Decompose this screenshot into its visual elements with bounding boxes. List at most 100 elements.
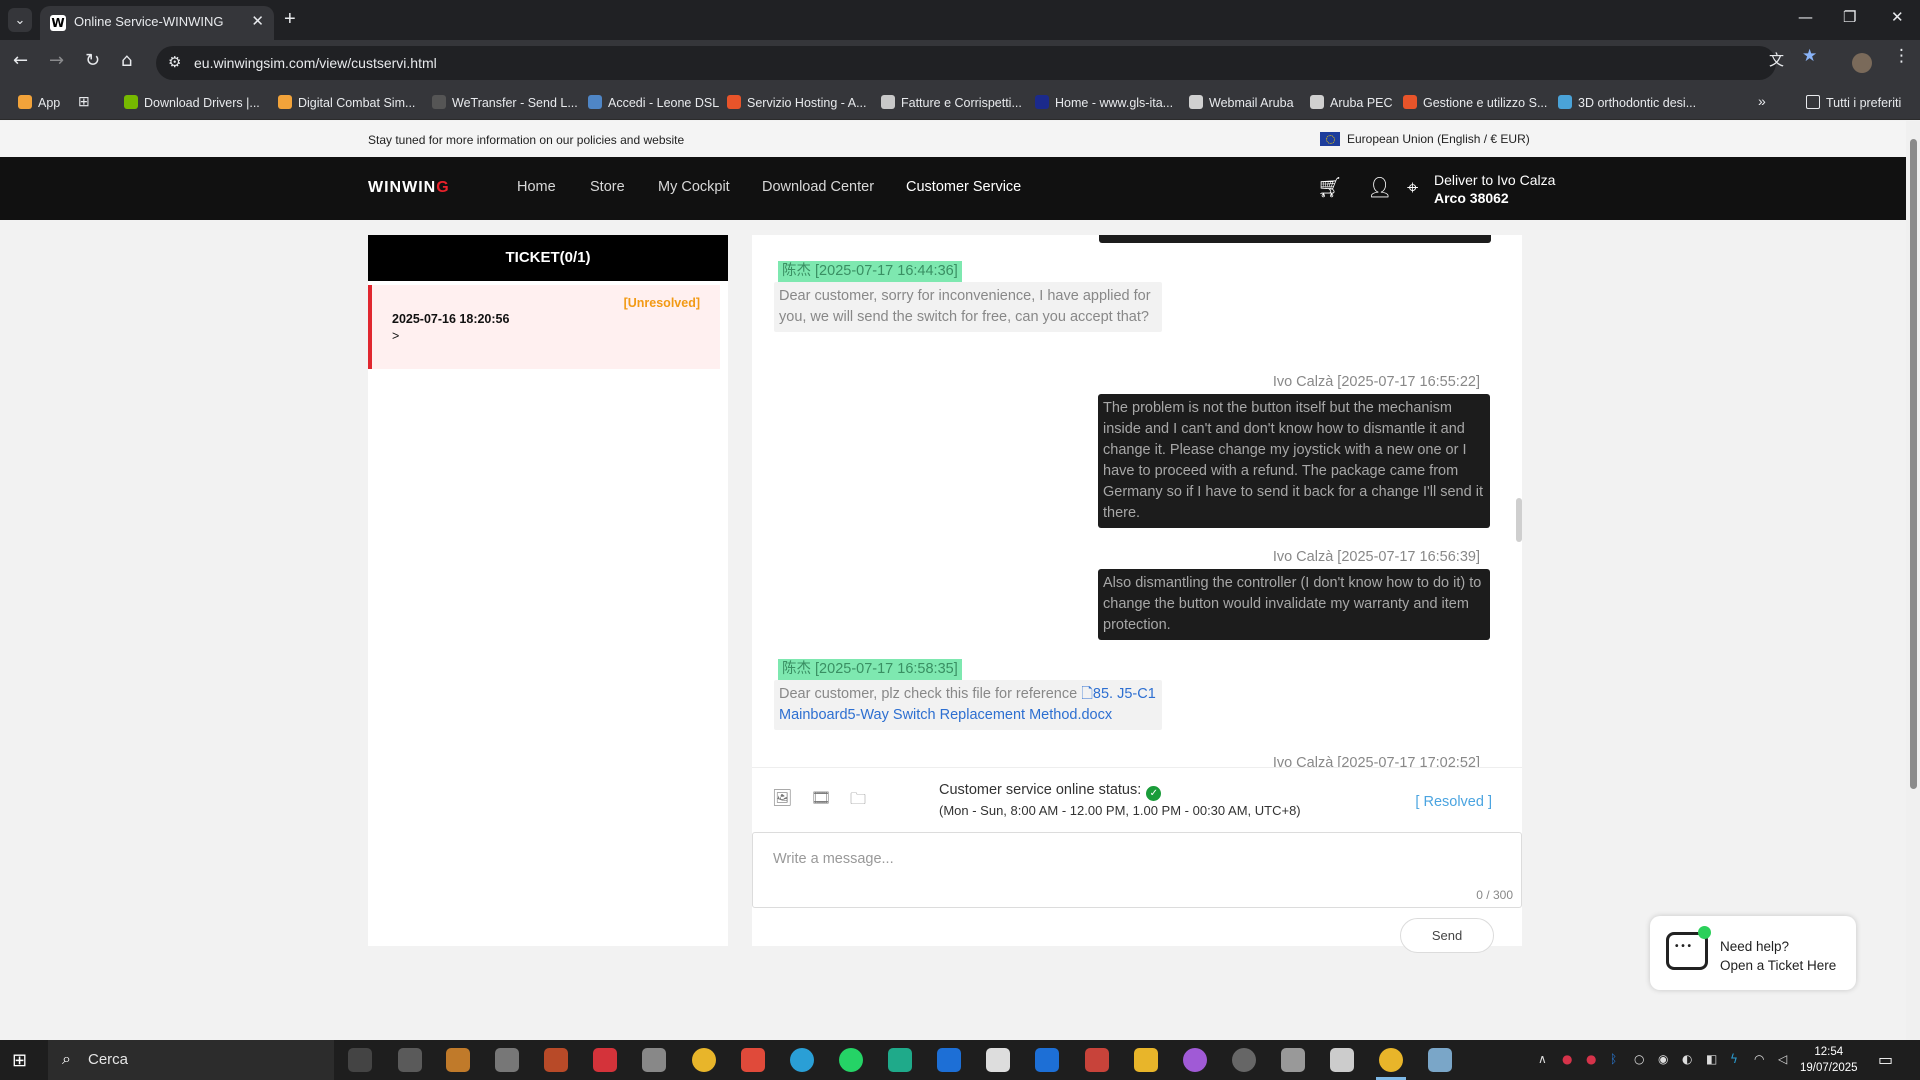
file-upload-icon[interactable]: 🗀 bbox=[850, 788, 866, 815]
notification-icon[interactable]: ▭ bbox=[1878, 1050, 1893, 1069]
image-upload-icon[interactable]: 🖼︎ bbox=[772, 788, 792, 807]
nav-home[interactable]: Home bbox=[517, 179, 556, 195]
tray-app-icon[interactable]: ◐ bbox=[1682, 1052, 1692, 1066]
bookmark-item[interactable]: Webmail Aruba bbox=[1189, 95, 1294, 110]
tray-app-icon[interactable]: ϟ bbox=[1730, 1052, 1738, 1066]
nav-my-cockpit[interactable]: My Cockpit bbox=[658, 179, 730, 195]
message-sender: Ivo Calzà [2025-07-17 16:56:39] bbox=[1272, 549, 1480, 565]
app-icon[interactable] bbox=[1232, 1048, 1256, 1072]
tab-search-dropdown-icon[interactable]: ⌄ bbox=[8, 8, 32, 32]
bookmark-apps[interactable]: App bbox=[18, 95, 60, 110]
app-icon[interactable] bbox=[986, 1048, 1010, 1072]
nav-download-center[interactable]: Download Center bbox=[762, 179, 874, 195]
bookmark-item[interactable]: Digital Combat Sim... bbox=[278, 95, 415, 110]
windows-start-icon[interactable]: ⊞ bbox=[12, 1050, 27, 1071]
cart-icon[interactable]: 🛒︎ bbox=[1317, 175, 1342, 199]
message-input-box: 0 / 300 bbox=[752, 832, 1522, 908]
nav-store[interactable]: Store bbox=[590, 179, 625, 195]
page-scrollbar[interactable] bbox=[1906, 121, 1920, 1040]
restore-icon[interactable]: ❐ bbox=[1843, 8, 1856, 26]
steam-icon[interactable] bbox=[495, 1048, 519, 1072]
bookmark-item[interactable]: Accedi - Leone DSL bbox=[588, 95, 719, 110]
winwing-logo[interactable]: WINWING bbox=[368, 179, 450, 197]
page-scrollbar-thumb[interactable] bbox=[1910, 139, 1917, 789]
app-icon[interactable] bbox=[937, 1048, 961, 1072]
tab-close-icon[interactable]: ✕ bbox=[251, 12, 264, 30]
tray-app-icon[interactable]: ◧ bbox=[1706, 1052, 1717, 1066]
video-upload-icon[interactable]: 🎞︎ bbox=[811, 788, 831, 807]
whatsapp-icon[interactable] bbox=[839, 1048, 863, 1072]
tray-overflow-icon[interactable]: ∧ bbox=[1538, 1052, 1547, 1066]
taskbar-search[interactable]: ⌕ Cerca bbox=[48, 1040, 334, 1080]
more-bookmarks-icon[interactable]: » bbox=[1758, 93, 1766, 109]
account-icon[interactable]: 👤︎ bbox=[1367, 175, 1392, 199]
gt7-icon[interactable] bbox=[593, 1048, 617, 1072]
browser-toolbar: ← → ↻ ⌂ ⚙ eu.winwingsim.com/view/custser… bbox=[0, 40, 1920, 86]
back-icon[interactable]: ← bbox=[13, 50, 28, 71]
translate-icon[interactable]: 文 bbox=[1769, 49, 1784, 70]
minimize-icon[interactable]: — bbox=[1798, 8, 1813, 26]
tray-app-icon[interactable]: ● bbox=[1562, 1052, 1572, 1066]
tray-app-icon[interactable]: ◉ bbox=[1658, 1052, 1668, 1066]
gmail-icon[interactable] bbox=[741, 1048, 765, 1072]
task-view-icon[interactable] bbox=[348, 1048, 372, 1072]
app-icon[interactable] bbox=[1085, 1048, 1109, 1072]
wifi-icon[interactable]: ◠ bbox=[1754, 1052, 1764, 1066]
bookmark-item[interactable]: Servizio Hosting - A... bbox=[727, 95, 867, 110]
app-icon[interactable] bbox=[544, 1048, 568, 1072]
chat-messages[interactable]: 陈杰 [2025-07-17 16:44:36] Dear customer, … bbox=[752, 235, 1522, 767]
app-icon[interactable] bbox=[1183, 1048, 1207, 1072]
site-info-icon[interactable]: ⚙ bbox=[168, 53, 181, 71]
ticket-expand-icon[interactable]: > bbox=[392, 329, 399, 343]
orthodontic-icon bbox=[1558, 95, 1572, 109]
deliver-to[interactable]: Deliver to Ivo Calza Arco 38062 bbox=[1434, 171, 1555, 207]
app-icon[interactable] bbox=[1035, 1048, 1059, 1072]
reload-icon[interactable]: ↻ bbox=[85, 50, 100, 71]
telegram-icon[interactable] bbox=[790, 1048, 814, 1072]
app-icon[interactable] bbox=[1428, 1048, 1452, 1072]
chat-scrollbar[interactable] bbox=[1516, 498, 1522, 542]
bookmark-item[interactable]: Download Drivers |... bbox=[124, 95, 260, 110]
security-icon[interactable] bbox=[398, 1048, 422, 1072]
address-bar[interactable]: ⚙ eu.winwingsim.com/view/custservi.html bbox=[156, 46, 1776, 80]
forward-icon[interactable]: → bbox=[49, 50, 64, 71]
profile-avatar[interactable] bbox=[1852, 53, 1872, 73]
volume-icon[interactable]: ◁ bbox=[1778, 1052, 1787, 1066]
bookmark-item[interactable]: Gestione e utilizzo S... bbox=[1403, 95, 1547, 110]
send-button[interactable]: Send bbox=[1400, 918, 1494, 953]
bookmark-star-icon[interactable]: ★ bbox=[1802, 46, 1817, 66]
bookmark-item[interactable]: WeTransfer - Send L... bbox=[432, 95, 578, 110]
calculator-icon[interactable] bbox=[1281, 1048, 1305, 1072]
bookmark-item[interactable]: Home - www.gls-ita... bbox=[1035, 95, 1173, 110]
browser-tab[interactable]: W Online Service-WINWING ✕ bbox=[40, 6, 274, 40]
bookmark-item[interactable]: Fatture e Corrispetti... bbox=[881, 95, 1022, 110]
app-icon[interactable] bbox=[642, 1048, 666, 1072]
chrome-active-icon[interactable] bbox=[1379, 1048, 1403, 1072]
system-clock[interactable]: 12:54 19/07/2025 bbox=[1800, 1044, 1858, 1076]
app-icon[interactable] bbox=[1330, 1048, 1354, 1072]
nav-customer-service[interactable]: Customer Service bbox=[906, 179, 1021, 195]
help-widget[interactable]: Need help? Open a Ticket Here bbox=[1650, 916, 1856, 990]
window-close-icon[interactable]: ✕ bbox=[1891, 8, 1904, 26]
app-icon[interactable] bbox=[888, 1048, 912, 1072]
bluetooth-icon[interactable]: ᛒ bbox=[1610, 1052, 1617, 1066]
browser-menu-icon[interactable]: ⋮ bbox=[1893, 46, 1910, 66]
new-tab-icon[interactable]: + bbox=[284, 8, 296, 31]
ticket-status: [Unresolved] bbox=[623, 296, 700, 310]
home-icon[interactable]: ⌂ bbox=[121, 50, 132, 71]
message-sender: Ivo Calzà [2025-07-17 17:02:52] bbox=[1272, 755, 1480, 767]
bookmark-item[interactable]: Aruba PEC bbox=[1310, 95, 1393, 110]
region-selector[interactable]: European Union (English / € EUR) bbox=[1320, 132, 1530, 146]
resolved-button[interactable]: [ Resolved ] bbox=[1415, 794, 1492, 810]
tray-app-icon[interactable]: ● bbox=[1586, 1052, 1596, 1066]
file-explorer-icon[interactable] bbox=[1134, 1048, 1158, 1072]
bookmark-item[interactable]: 3D orthodontic desi... bbox=[1558, 95, 1696, 110]
tray-app-icon[interactable]: ○ bbox=[1634, 1052, 1644, 1066]
app-icon[interactable] bbox=[446, 1048, 470, 1072]
dcs-icon bbox=[278, 95, 292, 109]
all-bookmarks-folder[interactable]: Tutti i preferiti bbox=[1806, 95, 1901, 110]
chrome-icon[interactable] bbox=[692, 1048, 716, 1072]
tab-groups-icon[interactable]: ⊞ bbox=[78, 93, 90, 110]
ticket-item[interactable]: [Unresolved] 2025-07-16 18:20:56 > bbox=[368, 285, 720, 369]
message-input[interactable] bbox=[773, 847, 1493, 871]
